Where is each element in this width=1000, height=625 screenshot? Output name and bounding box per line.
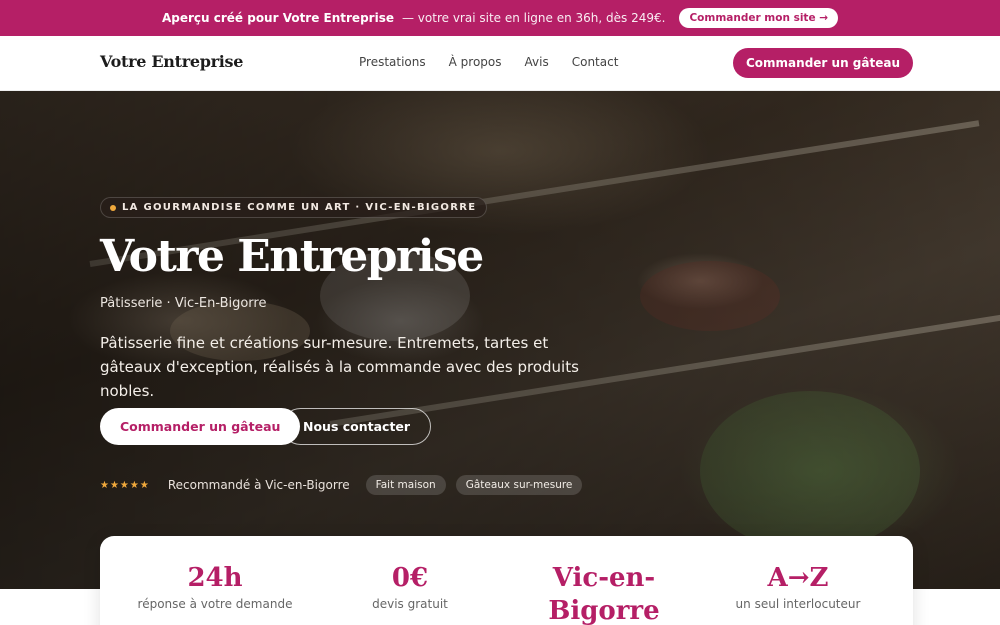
- badge-gateaux-sur-mesure: Gâteaux sur-mesure: [455, 475, 583, 495]
- trust-row: ★★★★★ Recommandé à Vic-en-Bigorre Fait m…: [100, 475, 583, 495]
- order-site-button[interactable]: Commander mon site →: [679, 8, 839, 28]
- stat-free-quote: 0€ devis gratuit: [310, 562, 510, 611]
- hero-section: LA GOURMANDISE COMME UN ART · VIC-EN-BIG…: [0, 91, 1000, 589]
- nav-menu: Prestations À propos Avis Contact: [359, 55, 618, 69]
- stat-value: 0€: [391, 563, 429, 593]
- stat-location: Vic-en-Bigorre: [504, 562, 704, 625]
- badge-fait-maison: Fait maison: [365, 475, 446, 495]
- hero-eyebrow: LA GOURMANDISE COMME UN ART · VIC-EN-BIG…: [100, 197, 488, 218]
- nav-item-prestations[interactable]: Prestations: [359, 55, 426, 69]
- stat-value: 24h: [187, 563, 243, 593]
- rating-stars-icon: ★★★★★: [100, 479, 150, 491]
- eyebrow-dot-icon: [110, 204, 116, 211]
- promo-lead: Aperçu créé pour Votre Entreprise: [161, 11, 394, 25]
- brand-logo[interactable]: Votre Entreprise: [100, 52, 243, 71]
- stat-single-contact: A→Z un seul interlocuteur: [698, 562, 898, 611]
- nav-item-contact[interactable]: Contact: [572, 55, 619, 69]
- nav-item-avis[interactable]: Avis: [525, 55, 549, 69]
- stat-label: réponse à votre demande: [137, 597, 293, 611]
- promo-banner: Aperçu créé pour Votre Entreprise — votr…: [0, 0, 1000, 36]
- hero-title: Votre Entreprise: [100, 231, 484, 282]
- stat-value: Vic-en-Bigorre: [548, 563, 660, 625]
- contact-button[interactable]: Nous contacter: [282, 408, 432, 445]
- stat-label: un seul interlocuteur: [735, 597, 861, 611]
- nav-order-cake-button[interactable]: Commander un gâteau: [733, 48, 913, 78]
- stat-label: devis gratuit: [372, 597, 448, 611]
- stat-value: A→Z: [767, 563, 829, 593]
- stat-response-time: 24h réponse à votre demande: [115, 562, 315, 611]
- order-cake-button[interactable]: Commander un gâteau: [100, 408, 301, 445]
- trust-text: Recommandé à Vic-en-Bigorre: [167, 478, 350, 492]
- hero-subtitle: Pâtisserie · Vic-En-Bigorre: [100, 296, 267, 311]
- hero-description: Pâtisserie fine et créations sur-mesure.…: [100, 334, 579, 400]
- eyebrow-text: LA GOURMANDISE COMME UN ART · VIC-EN-BIG…: [122, 202, 477, 213]
- nav-item-a-propos[interactable]: À propos: [449, 55, 502, 69]
- main-nav: Votre Entreprise Prestations À propos Av…: [0, 36, 1000, 91]
- stats-card: 24h réponse à votre demande 0€ devis gra…: [100, 536, 913, 625]
- promo-text: — votre vrai site en ligne en 36h, dès 2…: [401, 11, 666, 25]
